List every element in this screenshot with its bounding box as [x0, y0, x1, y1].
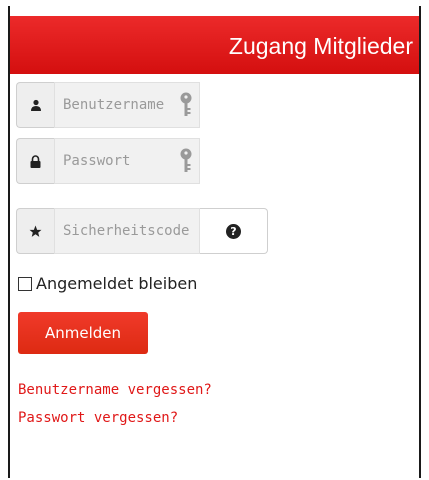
module-title: Zugang Mitglieder [228, 33, 413, 59]
star-icon [16, 208, 54, 254]
password-field-wrap [54, 138, 200, 184]
key-icon [179, 92, 193, 122]
lock-icon [16, 138, 54, 184]
password-group [16, 138, 200, 184]
forgot-password-link[interactable]: Passwort vergessen? [18, 410, 178, 426]
remember-me[interactable]: Angemeldet bleiben [18, 274, 197, 293]
module-header: Zugang Mitglieder [10, 16, 419, 74]
username-field-wrap [54, 82, 200, 128]
remember-label: Angemeldet bleiben [36, 274, 198, 293]
key-icon [179, 148, 193, 178]
security-code-field-wrap [54, 208, 200, 254]
security-code-group: ? [16, 208, 268, 254]
security-code-help-button[interactable]: ? [200, 208, 268, 254]
forgot-username-link[interactable]: Benutzername vergessen? [18, 382, 212, 398]
user-icon [16, 82, 54, 128]
question-circle-icon: ? [226, 223, 241, 239]
remember-checkbox[interactable] [18, 276, 32, 291]
username-group [16, 82, 200, 128]
security-code-input[interactable] [63, 223, 199, 239]
login-button[interactable]: Anmelden [18, 312, 148, 354]
